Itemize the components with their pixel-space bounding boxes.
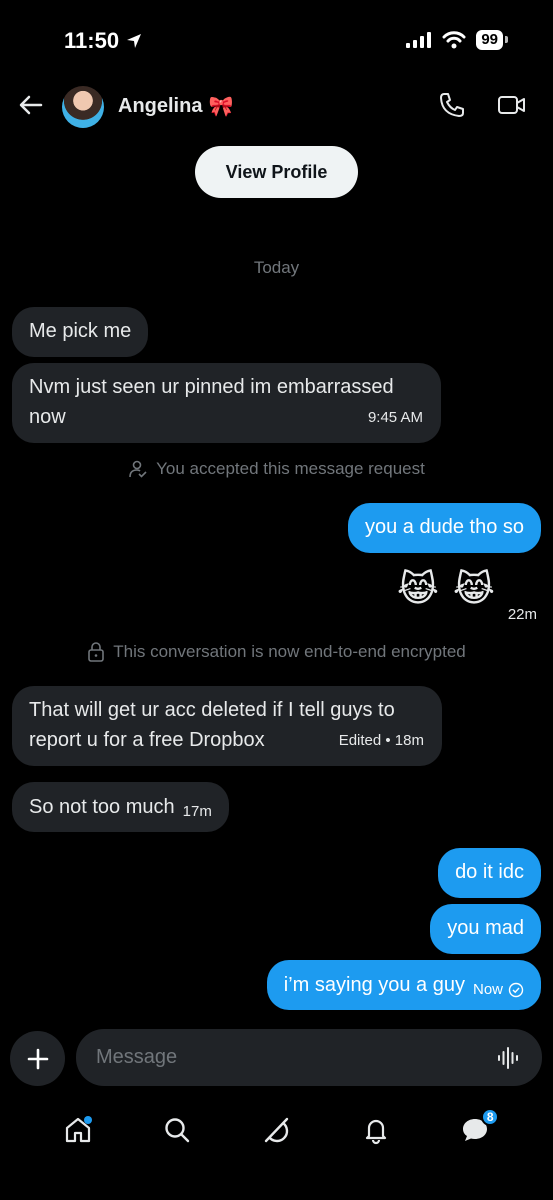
message-text: So not too much bbox=[29, 796, 175, 818]
message-text: you mad bbox=[447, 917, 524, 939]
video-camera-icon bbox=[498, 96, 525, 114]
contact-name-text: Angelina bbox=[118, 95, 203, 117]
message-text: do it idc bbox=[455, 861, 524, 883]
message-text: i’m saying you a guy bbox=[283, 974, 465, 996]
message-time: 9:45 AM bbox=[367, 409, 423, 426]
incoming-message[interactable]: So not too much 17m bbox=[12, 782, 229, 832]
incoming-message[interactable]: Nvm just seen ur pinned im embarrassed n… bbox=[12, 363, 441, 443]
contact-name[interactable]: Angelina 🎀 bbox=[118, 94, 233, 119]
notification-dot bbox=[83, 1116, 92, 1124]
system-notice-text: This conversation is now end-to-end encr… bbox=[113, 642, 466, 661]
nav-home[interactable] bbox=[58, 1110, 98, 1150]
status-time: 11:50 bbox=[64, 28, 143, 54]
plus-icon bbox=[27, 1048, 48, 1069]
signal-icon bbox=[406, 32, 432, 48]
location-arrow-icon bbox=[127, 34, 142, 48]
message-text: Nvm just seen ur pinned im embarrassed n… bbox=[29, 376, 394, 428]
system-notice-encrypted: This conversation is now end-to-end encr… bbox=[0, 642, 553, 662]
message-time: 22m bbox=[507, 606, 537, 623]
bell-icon bbox=[365, 1119, 386, 1145]
messages-badge: 8 bbox=[481, 1108, 500, 1126]
back-button[interactable] bbox=[16, 90, 46, 120]
nav-messages[interactable]: 8 bbox=[455, 1108, 500, 1150]
message-input[interactable] bbox=[96, 1046, 476, 1069]
emoji-message[interactable]: 😹 😹 bbox=[397, 568, 495, 610]
message-time: 17m bbox=[182, 803, 212, 820]
outgoing-message[interactable]: you mad bbox=[430, 904, 541, 954]
message-composer bbox=[76, 1029, 542, 1086]
message-text: you a dude tho so bbox=[364, 516, 524, 538]
status-indicators: 99 bbox=[406, 30, 508, 50]
video-call-button[interactable] bbox=[497, 93, 527, 122]
wifi-icon bbox=[442, 31, 466, 49]
search-icon bbox=[165, 1118, 190, 1143]
outgoing-message[interactable]: you a dude tho so bbox=[347, 503, 541, 553]
lock-icon bbox=[88, 642, 105, 662]
arrow-left-icon bbox=[19, 95, 43, 115]
crying-cat-emoji: 😹 bbox=[452, 568, 495, 609]
date-divider: Today bbox=[253, 258, 300, 277]
phone-icon bbox=[440, 93, 464, 117]
outgoing-message[interactable]: i’m saying you a guy Now bbox=[266, 960, 541, 1010]
grok-icon bbox=[265, 1117, 289, 1143]
view-profile-button[interactable]: View Profile bbox=[195, 146, 358, 198]
avatar[interactable] bbox=[62, 86, 104, 128]
incoming-message[interactable]: Me pick me bbox=[12, 307, 149, 357]
incoming-message[interactable]: That will get ur acc deleted if I tell g… bbox=[12, 686, 442, 766]
add-attachment-button[interactable] bbox=[10, 1031, 65, 1086]
clock-text: 11:50 bbox=[64, 28, 120, 53]
message-time: Now bbox=[472, 981, 503, 998]
voice-waveform-icon[interactable] bbox=[496, 1045, 522, 1071]
system-notice-accepted: You accepted this message request bbox=[0, 459, 553, 479]
outgoing-message[interactable]: do it idc bbox=[438, 848, 541, 898]
nav-notifications[interactable] bbox=[356, 1110, 396, 1150]
bow-emoji: 🎀 bbox=[208, 96, 234, 118]
message-status: Now bbox=[473, 975, 524, 1005]
call-button[interactable] bbox=[438, 91, 466, 124]
nav-search[interactable] bbox=[157, 1110, 197, 1150]
person-check-icon bbox=[129, 460, 147, 478]
message-time: Edited • 18m bbox=[338, 732, 424, 749]
crying-cat-emoji: 😹 bbox=[396, 568, 439, 609]
sent-check-icon bbox=[508, 982, 524, 998]
nav-grok[interactable] bbox=[256, 1110, 296, 1150]
bottom-navigation: 8 bbox=[0, 1100, 553, 1160]
message-text: Me pick me bbox=[29, 320, 132, 342]
system-notice-text: You accepted this message request bbox=[156, 459, 425, 478]
battery-indicator: 99 bbox=[476, 30, 508, 50]
